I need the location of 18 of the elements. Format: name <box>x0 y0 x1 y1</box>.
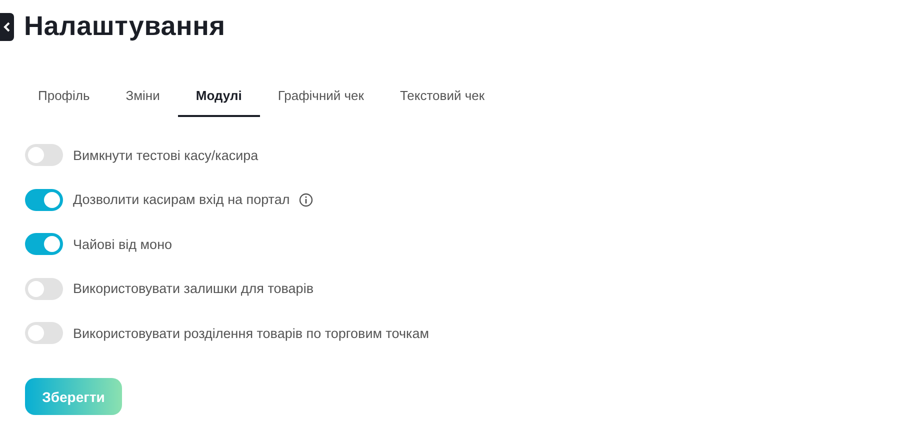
toggle-switch[interactable] <box>25 144 63 166</box>
setting-label: Дозволити касирам вхід на портал <box>73 192 290 207</box>
setting-label: Вимкнути тестові касу/касира <box>73 148 258 162</box>
toggle-switch[interactable] <box>25 322 63 344</box>
setting-label: Використовувати розділення товарів по торговим точкам <box>73 326 430 340</box>
toggle-switch[interactable] <box>25 233 63 255</box>
setting-label: Чайові від моно <box>73 236 172 252</box>
setting-label: Використовувати залишки для товарів <box>73 281 314 296</box>
info-icon[interactable] <box>298 192 313 206</box>
toggle-switch[interactable] <box>25 278 63 300</box>
toggle-switch[interactable] <box>25 188 63 210</box>
tab[interactable]: Графічний чек <box>260 80 382 117</box>
tab[interactable]: Модулі <box>178 80 260 117</box>
tab[interactable]: Текстовий чек <box>382 80 503 117</box>
page-title: Налаштування <box>24 11 226 42</box>
back-button[interactable] <box>0 12 14 40</box>
tab[interactable]: Зміни <box>108 80 178 117</box>
tab[interactable]: Профіль <box>20 80 108 117</box>
